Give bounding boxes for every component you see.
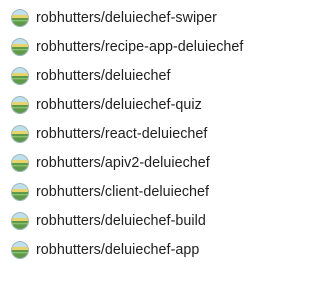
list-item[interactable]: robhutters/recipe-app-deluiechef — [0, 32, 296, 61]
list-item[interactable]: robhutters/apiv2-deluiechef — [0, 148, 296, 177]
user-avatar-icon — [11, 37, 29, 56]
user-avatar-icon — [11, 240, 29, 259]
list-item[interactable]: robhutters/deluiechef-swiper — [0, 3, 296, 32]
repo-name: robhutters/deluiechef-app — [36, 241, 200, 258]
repo-name: robhutters/deluiechef-swiper — [36, 9, 217, 26]
repo-name: robhutters/client-deluiechef — [36, 183, 210, 200]
list-item[interactable]: robhutters/deluiechef — [0, 61, 296, 90]
user-avatar-icon — [11, 182, 29, 201]
list-item[interactable]: robhutters/client-deluiechef — [0, 177, 296, 206]
user-avatar-icon — [11, 66, 29, 85]
repo-name: robhutters/apiv2-deluiechef — [36, 154, 210, 171]
repository-list: robhutters/deluiechef-swiper robhutters/… — [0, 0, 296, 264]
repo-name: robhutters/recipe-app-deluiechef — [36, 38, 244, 55]
list-item[interactable]: robhutters/deluiechef-app — [0, 235, 296, 264]
repo-name: robhutters/deluiechef — [36, 67, 171, 84]
list-item[interactable]: robhutters/deluiechef-build — [0, 206, 296, 235]
list-item[interactable]: robhutters/react-deluiechef — [0, 119, 296, 148]
repo-name: robhutters/react-deluiechef — [36, 125, 208, 142]
repo-name: robhutters/deluiechef-build — [36, 212, 206, 229]
repo-name: robhutters/deluiechef-quiz — [36, 96, 202, 113]
user-avatar-icon — [11, 153, 29, 172]
user-avatar-icon — [11, 95, 29, 114]
user-avatar-icon — [11, 124, 29, 143]
list-item[interactable]: robhutters/deluiechef-quiz — [0, 90, 296, 119]
user-avatar-icon — [11, 211, 29, 230]
user-avatar-icon — [11, 8, 29, 27]
